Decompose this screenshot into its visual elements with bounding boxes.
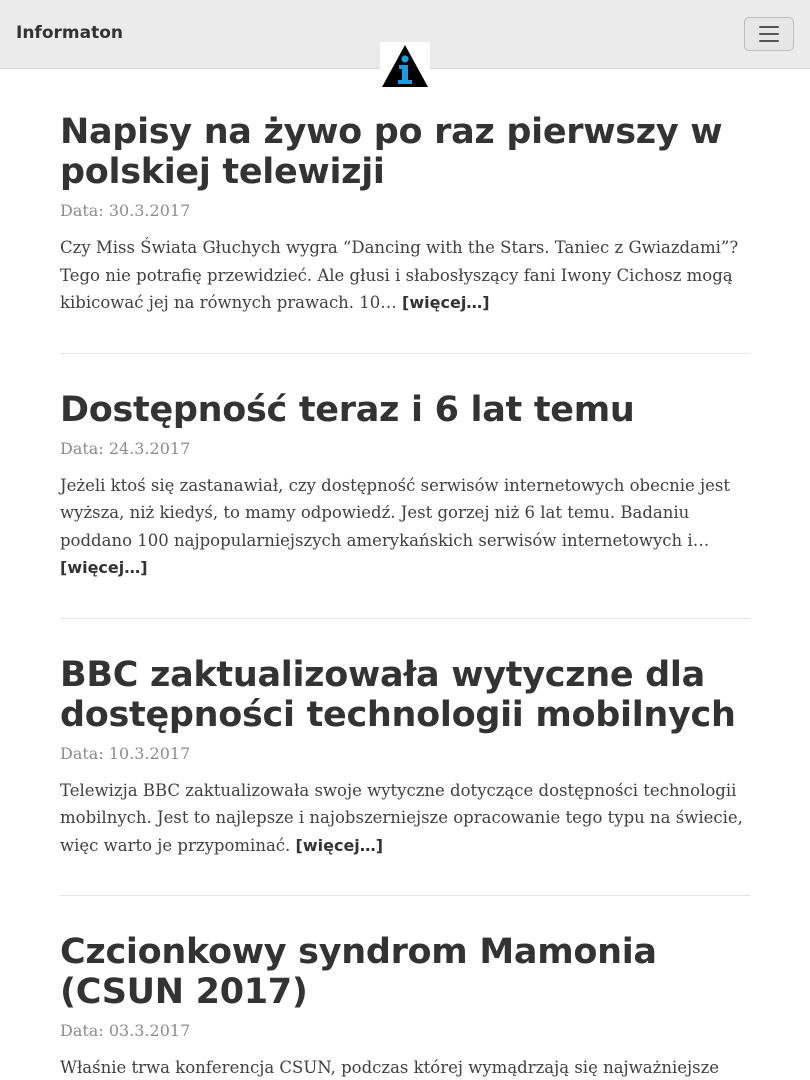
read-more-link[interactable]: [więcej…] bbox=[402, 293, 490, 312]
post-excerpt-text: Czy Miss Świata Głuchych wygra “Dancing … bbox=[60, 238, 739, 312]
post-title: BBC zaktualizowała wytyczne dla dostępno… bbox=[60, 655, 750, 735]
hamburger-menu-icon bbox=[759, 26, 779, 28]
post-title-link[interactable]: BBC zaktualizowała wytyczne dla dostępno… bbox=[60, 655, 736, 735]
information-logo-icon bbox=[382, 45, 428, 87]
post-title-link[interactable]: Czcionkowy syndrom Mamonia (CSUN 2017) bbox=[60, 932, 657, 1012]
post-date: Data: 03.3.2017 bbox=[60, 1021, 191, 1040]
post-date: Data: 10.3.2017 bbox=[60, 743, 191, 763]
post-date: Data: 30.3.2017 bbox=[60, 201, 191, 220]
post-item: Dostępność teraz i 6 lat temu Data: 24.3… bbox=[60, 352, 750, 618]
post-excerpt-text: Jeżeli ktoś się zastanawiał, czy dostępn… bbox=[60, 475, 730, 550]
post-title: Napisy na żywo po raz pierwszy w polskie… bbox=[60, 112, 750, 192]
post-title-link[interactable]: Napisy na żywo po raz pierwszy w polskie… bbox=[60, 112, 723, 192]
post-excerpt: Właśnie trwa konferencja CSUN, podczas k… bbox=[60, 1054, 750, 1080]
hamburger-menu-icon bbox=[759, 33, 779, 35]
post-excerpt-text: Telewizja BBC zaktualizowała swoje wytyc… bbox=[60, 780, 743, 855]
read-more-link[interactable]: [więcej…] bbox=[60, 558, 148, 577]
post-title: Czcionkowy syndrom Mamonia (CSUN 2017) bbox=[60, 932, 750, 1012]
post-item: BBC zaktualizowała wytyczne dla dostępno… bbox=[60, 617, 750, 896]
post-title: Dostępność teraz i 6 lat temu bbox=[60, 390, 750, 430]
post-item: Napisy na żywo po raz pierwszy w polskie… bbox=[60, 112, 750, 353]
brand-link[interactable]: Informaton bbox=[16, 21, 123, 45]
post-list: Napisy na żywo po raz pierwszy w polskie… bbox=[60, 112, 750, 1080]
post-excerpt-text: Właśnie trwa konferencja CSUN, podczas k… bbox=[60, 1058, 720, 1077]
hamburger-menu-icon bbox=[759, 40, 779, 42]
post-item: Czcionkowy syndrom Mamonia (CSUN 2017) D… bbox=[60, 895, 750, 1080]
read-more-link[interactable]: [więcej…] bbox=[296, 836, 384, 855]
menu-toggle-button[interactable] bbox=[744, 17, 794, 51]
post-excerpt: Jeżeli ktoś się zastanawiał, czy dostępn… bbox=[60, 472, 750, 582]
site-logo[interactable] bbox=[380, 42, 430, 89]
post-title-link[interactable]: Dostępność teraz i 6 lat temu bbox=[60, 390, 635, 430]
post-date: Data: 24.3.2017 bbox=[60, 438, 191, 458]
post-excerpt: Telewizja BBC zaktualizowała swoje wytyc… bbox=[60, 777, 750, 860]
post-excerpt: Czy Miss Świata Głuchych wygra “Dancing … bbox=[60, 234, 750, 317]
